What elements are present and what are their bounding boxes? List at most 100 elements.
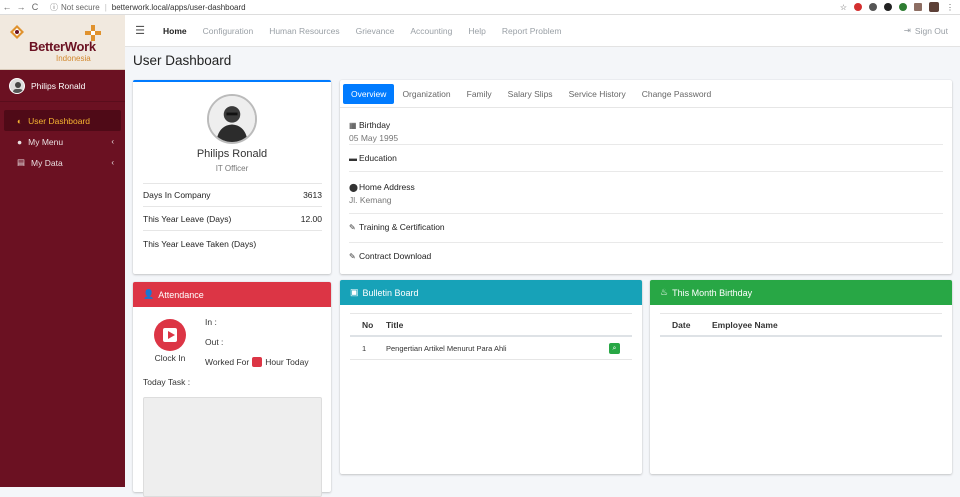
education-section: ▬ Education [349,153,943,163]
adblock-icon[interactable] [854,3,862,11]
profile-name: Philips Ronald [196,148,268,160]
cake-icon: ♨ [660,287,669,297]
divider [349,242,943,243]
chevron-left-icon: ‹ [111,137,114,146]
details-tabs: Overview Organization Family Salary Slip… [343,84,719,104]
today-task-label: Today Task : [143,377,191,387]
bulletin-board-card: ▣ Bulletin Board No Title 1 Pengertian A… [340,280,642,474]
extension-icon[interactable] [899,3,907,11]
info-icon: ⓘ [50,2,58,12]
tab-family[interactable]: Family [459,84,500,104]
nav-report-problem[interactable]: Report Problem [494,26,570,36]
today-task-textarea[interactable] [143,397,322,497]
attendance-header: 👤 Attendance [133,282,331,307]
divider [340,107,952,108]
worked-prefix: Worked For [205,357,250,367]
profile-icon[interactable] [929,2,939,12]
security-indicator[interactable]: ⓘ Not secure [50,2,100,13]
dashboard-icon: ◐ [17,115,23,126]
address-bar[interactable]: betterwork.local/apps/user-dashboard [112,3,246,12]
sign-out-button[interactable]: ⇥ Sign Out [904,25,960,36]
col-date: Date [672,319,691,330]
hours-badge [252,357,263,367]
address-value: Jl. Kemang [349,195,392,205]
profile-avatar [207,94,257,144]
birthday-card: ♨ This Month Birthday Date Employee Name [650,280,952,474]
sign-out-icon: ⇥ [903,25,911,35]
nav-accounting[interactable]: Accounting [402,26,460,36]
profile-row-year-leave: This Year Leave (Days) 12.00 [143,207,322,231]
col-no: No [362,319,374,330]
contract-download-section[interactable]: ✎ Contract Download [349,251,943,261]
tab-salary-slips[interactable]: Salary Slips [500,84,561,104]
col-employee-name: Employee Name [712,319,778,330]
row-value: 12.00 [300,213,322,224]
user-clock-icon: 👤 [143,289,155,299]
profile-row-leave-taken: This Year Leave Taken (Days) [143,232,322,256]
nav-grievance[interactable]: Grievance [348,26,403,36]
bulletin-title: Bulletin Board [362,287,419,298]
divider [349,144,943,145]
nav-home[interactable]: Home [155,26,195,36]
search-icon[interactable]: ⌕ [609,343,620,354]
browser-menu-icon[interactable]: ⋮ [946,3,954,12]
newspaper-icon: ▣ [350,287,359,297]
tab-organization[interactable]: Organization [394,84,458,104]
bookmark-star-icon[interactable]: ☆ [840,3,847,12]
sidebar-item-my-menu[interactable]: ● My Menu ‹ [4,131,121,152]
address-section: ⬤Home Address Jl. Kemang [349,182,943,205]
user-name: Philips Ronald [31,80,86,91]
user-panel[interactable]: Philips Ronald [0,70,125,102]
nav-human-resources[interactable]: Human Resources [261,26,347,36]
brand-logo[interactable]: BetterWork Indonesia [0,15,125,70]
nav-help[interactable]: Help [460,26,493,36]
top-navbar: ☰ Home Configuration Human Resources Gri… [125,15,960,47]
sidebar-item-label: My Data [31,157,63,168]
tab-change-password[interactable]: Change Password [634,84,719,104]
avatar [9,77,25,94]
camera-icon[interactable] [869,3,877,11]
address-label: Home Address [359,182,415,192]
row-label: This Year Leave Taken (Days) [143,239,257,249]
pencil-icon: ✎ [349,252,356,261]
pencil-icon: ✎ [349,223,356,232]
profile-row-days-in-company: Days In Company 3613 [143,183,322,207]
brand-name: BetterWork [29,39,96,54]
forward-icon[interactable]: → [14,2,28,12]
chevron-left-icon: ‹ [111,158,114,167]
nav-configuration[interactable]: Configuration [195,26,262,36]
secure-label: Not secure [61,2,100,12]
sidebar-item-user-dashboard[interactable]: ◐ User Dashboard [4,110,121,131]
page-title: User Dashboard [133,53,232,68]
clock-in-button[interactable] [154,319,186,351]
extension-icon[interactable] [914,3,922,11]
birthday-label: Birthday [359,120,391,130]
tab-overview[interactable]: Overview [343,84,395,104]
profile-card: Philips Ronald IT Officer Days In Compan… [133,80,331,274]
bulletin-header: ▣ Bulletin Board [340,280,642,305]
extension-icon[interactable] [884,3,892,11]
brand-sub: Indonesia [56,54,91,63]
table-row: 1 Pengertian Artikel Menurut Para Ahli ⌕ [350,338,632,360]
sidebar-menu: ◐ User Dashboard ● My Menu ‹ ▤ My Data ‹ [0,102,125,173]
tab-service-history[interactable]: Service History [561,84,634,104]
birthday-title: This Month Birthday [672,287,753,298]
row-label: This Year Leave (Days) [143,213,232,224]
back-icon[interactable]: ← [0,2,14,12]
database-icon: ▤ [17,157,26,167]
reload-icon[interactable]: C [28,2,42,12]
row-label: Days In Company [143,190,211,200]
attendance-title: Attendance [158,289,204,300]
in-label: In : [205,317,217,327]
training-section[interactable]: ✎ Training & Certification [349,222,943,232]
book-icon: ▬ [349,154,357,163]
hamburger-menu-icon[interactable]: ☰ [125,24,155,37]
divider: | [104,2,107,12]
table-header: No Title [350,313,632,337]
calendar-icon: ▦ [349,121,357,130]
sidebar-item-my-data[interactable]: ▤ My Data ‹ [4,152,121,173]
worked-hours: Worked For Hour Today [205,357,309,367]
details-card: Overview Organization Family Salary Slip… [340,80,952,274]
out-label: Out : [205,337,224,347]
divider [349,213,943,214]
